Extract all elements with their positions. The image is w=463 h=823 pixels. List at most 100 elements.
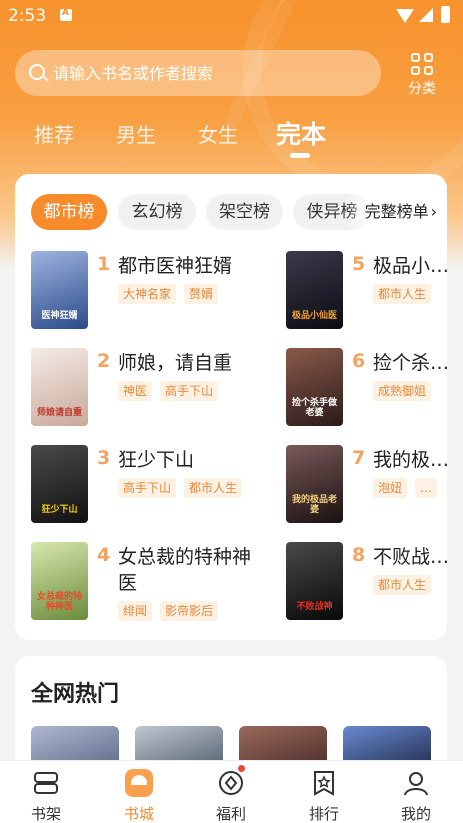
nav-label: 书架	[30, 805, 61, 823]
book-title: 狂少下山	[118, 449, 195, 471]
book-title: 极品小…	[373, 255, 447, 277]
book-tags: 绯闻 影帝影后	[118, 600, 226, 621]
cover-title: 狂少下山	[41, 505, 78, 515]
sim-icon	[60, 8, 72, 21]
book-tag: 都市人生	[373, 284, 432, 304]
rank-number: 4	[97, 544, 111, 566]
book-cover: 不败战神	[286, 542, 343, 620]
book-title: 不败战…	[373, 546, 447, 568]
ranking-chips: 都市榜 玄幻榜 架空榜 侠异榜 完整榜单 ›	[15, 194, 447, 230]
cover-title: 极品小仙医	[291, 311, 337, 321]
status-bar: 2:53	[0, 0, 463, 34]
chevron-right-icon: ›	[430, 202, 437, 221]
rank-number: 7	[352, 447, 366, 469]
book-tag: 神医	[118, 381, 153, 401]
book-tag: 高手下山	[160, 381, 219, 401]
search-input[interactable]	[53, 60, 373, 86]
nav-ranking[interactable]: 排行	[284, 761, 364, 823]
book-title: 都市医神狂婿	[118, 255, 233, 277]
book-title: 师娘，请自重	[118, 352, 233, 374]
book-item[interactable]: 捡个杀手做老婆 6 捡个杀… 成熟御姐	[286, 348, 447, 430]
search-bar[interactable]	[15, 50, 381, 96]
book-tags: 泡妞 …	[373, 477, 445, 498]
book-tag: 大神名家	[118, 284, 177, 304]
book-tag: …	[415, 478, 438, 498]
bookstore-icon	[125, 769, 153, 797]
wifi-icon	[396, 9, 414, 23]
cover-title: 捡个杀手做老婆	[291, 398, 337, 418]
full-rank-link[interactable]: 完整榜单 ›	[347, 194, 447, 230]
book-title: 女总裁的特种神医	[118, 546, 252, 594]
bookshelf-icon	[34, 772, 58, 794]
bottom-nav: 书架 书城 福利 排行 我的	[0, 760, 463, 823]
book-tags: 大神名家 赘婿	[118, 283, 226, 304]
book-item[interactable]: 我的极品老婆 7 我的极… 泡妞 …	[286, 445, 447, 527]
ranking-card: 都市榜 玄幻榜 架空榜 侠异榜 完整榜单 › 医神狂婿 1 都市医神狂婿 大神名家…	[15, 174, 447, 640]
chip-fantasy-rank[interactable]: 玄幻榜	[118, 194, 196, 230]
nav-bookshelf[interactable]: 书架	[6, 761, 86, 823]
book-title: 捡个杀…	[373, 352, 447, 374]
battery-icon	[441, 6, 450, 23]
book-tag: 绯闻	[118, 601, 153, 621]
book-cover: 捡个杀手做老婆	[286, 348, 343, 426]
book-item[interactable]: 极品小仙医 5 极品小… 都市人生	[286, 251, 447, 333]
book-item[interactable]: 女总裁的特种神医 4 女总裁的特种神医 绯闻 影帝影后	[31, 542, 251, 624]
book-tags: 高手下山 都市人生	[118, 477, 250, 498]
rank-number: 8	[352, 544, 366, 566]
category-label: 分类	[408, 81, 436, 97]
grid-icon	[411, 53, 433, 75]
hot-card: 全网热门	[15, 656, 447, 776]
book-cover: 我的极品老婆	[286, 445, 343, 523]
book-item[interactable]: 师娘请自重 2 师娘，请自重 神医 高手下山	[31, 348, 233, 430]
search-icon	[29, 64, 45, 80]
chip-alt-history-rank[interactable]: 架空榜	[206, 194, 283, 230]
nav-mine[interactable]: 我的	[376, 761, 456, 823]
chip-urban-rank[interactable]: 都市榜	[31, 194, 107, 230]
book-item[interactable]: 医神狂婿 1 都市医神狂婿 大神名家 赘婿	[31, 251, 233, 333]
rank-number: 1	[97, 253, 111, 275]
book-tag: 泡妞	[373, 478, 408, 498]
tab-male[interactable]: 男生	[116, 119, 156, 148]
book-tags: 都市人生	[373, 574, 439, 595]
status-time: 2:53	[8, 6, 47, 26]
book-item[interactable]: 狂少下山 3 狂少下山 高手下山 都市人生	[31, 445, 243, 527]
nav-bookstore[interactable]: 书城	[99, 761, 179, 823]
book-cover: 师娘请自重	[31, 348, 88, 426]
book-tags: 都市人生	[373, 283, 439, 304]
coin-icon	[219, 771, 243, 795]
hot-section-title: 全网热门	[31, 682, 120, 707]
cover-title: 医神狂婿	[41, 311, 78, 321]
nav-label: 我的	[400, 805, 431, 823]
ranking-icon	[314, 771, 334, 796]
book-title: 我的极…	[373, 449, 447, 471]
book-tag: 都市人生	[373, 575, 432, 595]
tab-indicator	[290, 153, 310, 158]
rank-number: 5	[352, 253, 366, 275]
book-tag: 高手下山	[118, 478, 177, 498]
category-button[interactable]: 分类	[400, 50, 444, 98]
book-tag: 影帝影后	[160, 601, 219, 621]
book-tag: 都市人生	[184, 478, 243, 498]
book-cover: 狂少下山	[31, 445, 88, 523]
book-tags: 成熟御姐	[373, 380, 439, 401]
top-tabs: 推荐 男生 女生 完本	[0, 115, 463, 165]
full-rank-label: 完整榜单	[364, 202, 429, 221]
cover-title: 不败战神	[296, 602, 333, 612]
signal-icon	[419, 8, 433, 22]
book-tag: 成熟御姐	[373, 381, 432, 401]
notification-dot	[238, 765, 245, 772]
cover-title: 师娘请自重	[36, 408, 82, 418]
rank-number: 6	[352, 350, 366, 372]
rank-number: 3	[97, 447, 111, 469]
cover-title: 我的极品老婆	[291, 495, 337, 515]
nav-welfare[interactable]: 福利	[191, 761, 271, 823]
book-item[interactable]: 不败战神 8 不败战… 都市人生	[286, 542, 447, 624]
nav-label: 福利	[215, 805, 246, 823]
nav-label: 排行	[308, 805, 339, 823]
tab-female[interactable]: 女生	[198, 119, 238, 148]
tab-recommend[interactable]: 推荐	[34, 119, 74, 148]
book-cover: 极品小仙医	[286, 251, 343, 329]
tab-completed[interactable]: 完本	[276, 115, 326, 151]
rank-number: 2	[97, 350, 111, 372]
cover-title: 女总裁的特种神医	[36, 592, 82, 612]
